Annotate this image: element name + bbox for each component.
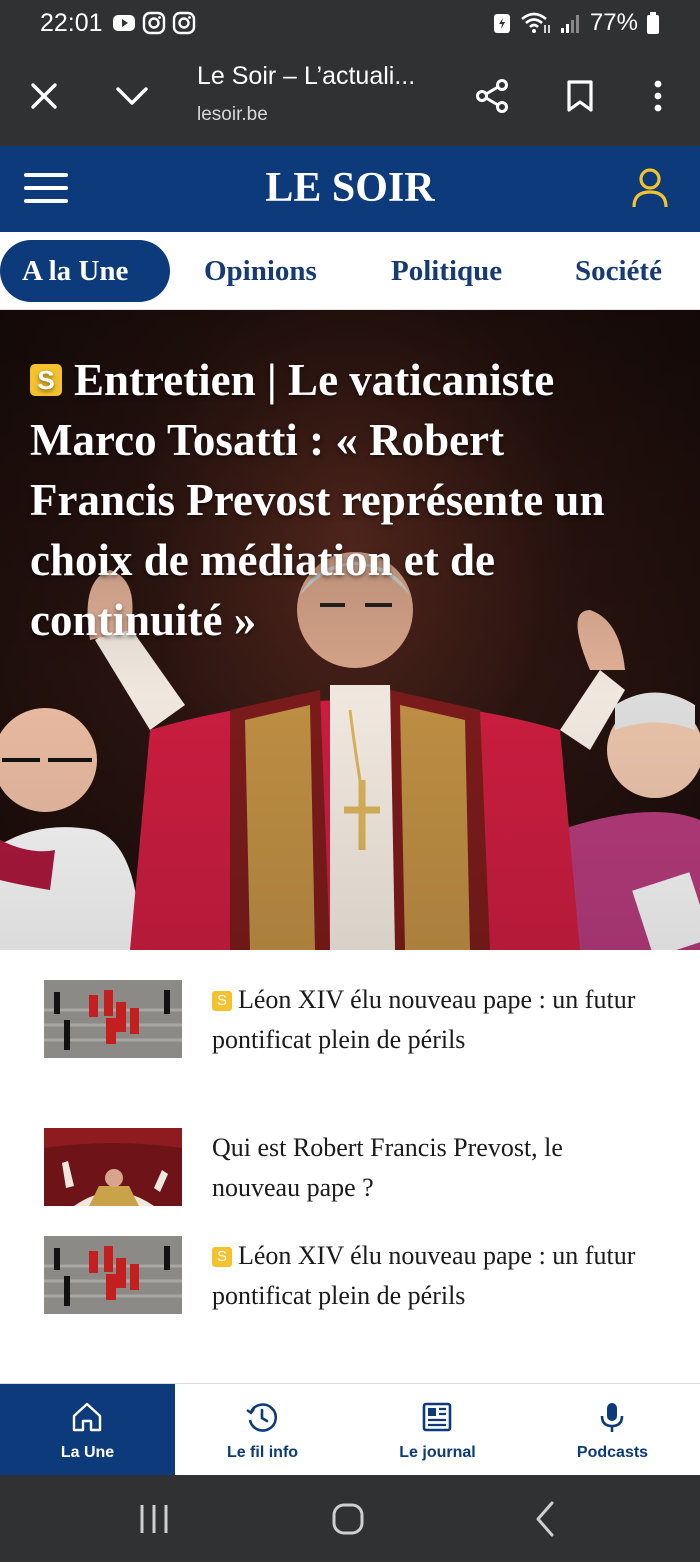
tab-opinions[interactable]: Opinions [204,240,317,302]
newspaper-icon [422,1402,452,1432]
article-title: S Léon XIV élu nouveau pape : un futur po… [212,1241,636,1310]
status-bar: 22:01 77% [0,0,700,48]
status-time: 22:01 [40,9,103,37]
list-item[interactable]: Qui est Robert Francis Prevost, le nouve… [44,1128,664,1248]
related-articles: S Léon XIV élu nouveau pape : un futur po… [0,950,700,1382]
pope-balcony-image [44,1128,182,1206]
article-title: Qui est Robert Francis Prevost, le nouve… [212,1133,563,1202]
clock-icon [246,1403,278,1432]
tab-societe[interactable]: Société [575,240,662,302]
battery-saver-icon [493,14,510,33]
hero-article[interactable]: S Entretien | Le vaticaniste Marco Tosatt… [0,310,700,950]
recent-apps-button[interactable] [134,1499,174,1539]
more-options-button[interactable] [636,74,680,118]
bookmark-icon [567,80,593,112]
article-title: S Léon XIV élu nouveau pape : un futur po… [212,985,636,1054]
list-item[interactable]: S Léon XIV élu nouveau pape : un futur po… [44,1236,664,1356]
more-vert-icon [654,80,662,112]
article-thumbnail [44,1128,182,1206]
instagram-icon [142,11,166,35]
minimize-button[interactable] [110,74,154,118]
account-button[interactable] [630,166,670,210]
page-url[interactable]: lesoir.be [197,104,268,126]
tab-politique[interactable]: Politique [391,240,502,302]
user-icon [632,168,668,208]
premium-badge: S [212,991,232,1011]
article-thumbnail [44,980,182,1058]
close-icon [31,83,57,109]
share-button[interactable] [470,74,514,118]
wifi-icon [521,12,550,33]
hero-title-text: Entretien | Le vaticaniste Marco Tosatti… [30,355,605,645]
site-header: LE SOIR [0,146,700,232]
chevron-down-icon [116,87,148,105]
battery-percentage: 77% [589,9,638,36]
bottom-tab-la-une[interactable]: La Une [0,1384,175,1476]
home-icon [72,1402,102,1432]
premium-badge: S [212,1247,232,1267]
bottom-tab-podcasts[interactable]: Podcasts [525,1384,700,1476]
browser-toolbar: Le Soir – L’actuali... lesoir.be [0,48,700,146]
section-tabs: A la Une Opinions Politique Société [0,232,700,310]
site-logo[interactable]: LE SOIR [0,164,700,212]
bottom-navigation: La Une Le fil info Le journal Podcasts [0,1383,700,1476]
instagram-icon [172,11,196,35]
back-button[interactable] [526,1499,566,1539]
article-thumbnail [44,1236,182,1314]
bottom-tab-fil-info[interactable]: Le fil info [175,1384,350,1476]
battery-icon [647,12,659,34]
bookmark-button[interactable] [558,74,602,118]
share-icon [476,79,508,113]
youtube-icon [113,15,135,31]
system-status: 77% [492,9,660,37]
notification-icons [112,11,196,35]
hero-headline[interactable]: S Entretien | Le vaticaniste Marco Tosatt… [30,350,650,650]
tab-a-la-une[interactable]: A la Une [0,240,170,302]
premium-badge: S [30,364,62,396]
bottom-tab-le-journal[interactable]: Le journal [350,1384,525,1476]
microphone-icon [600,1403,624,1432]
cardinals-procession-image [44,1236,182,1314]
close-tab-button[interactable] [22,74,66,118]
page-title: Le Soir – L’actuali... [197,62,416,90]
list-item[interactable]: S Léon XIV élu nouveau pape : un futur po… [44,980,664,1100]
system-navigation-bar [0,1475,700,1562]
signal-icon [560,15,579,33]
cardinals-procession-image [44,980,182,1058]
home-button[interactable] [328,1499,368,1539]
